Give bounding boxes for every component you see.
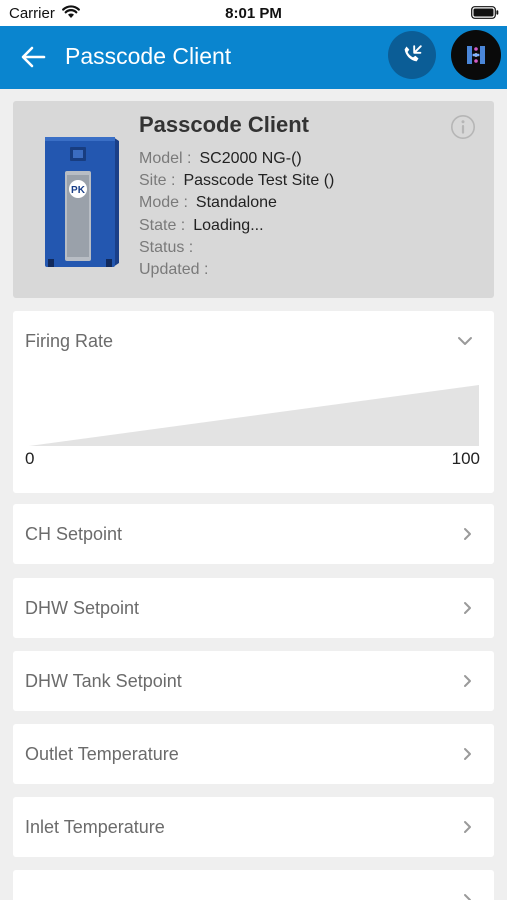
status-time: 8:01 PM xyxy=(225,5,282,22)
chevron-right-icon xyxy=(464,748,471,760)
info-row-updated: Updated : xyxy=(139,259,334,281)
app-logo-button[interactable] xyxy=(451,30,501,80)
scale-min-label: 0 xyxy=(25,449,35,468)
chevron-right-icon xyxy=(464,528,471,540)
device-name: Passcode Client xyxy=(139,112,309,137)
list-item-partial[interactable] xyxy=(13,870,494,900)
info-value: Passcode Test Site () xyxy=(183,172,335,190)
list-item-label: DHW Setpoint xyxy=(25,598,140,618)
page-title: Passcode Client xyxy=(65,43,232,69)
app-logo-icon xyxy=(467,46,485,64)
phone-call-icon xyxy=(404,45,422,62)
back-arrow-icon[interactable] xyxy=(18,44,48,70)
list-item-label: Outlet Temperature xyxy=(25,744,179,764)
app-bar: Passcode Client xyxy=(0,26,507,89)
info-label: Model : xyxy=(139,150,192,167)
info-row-mode: Mode : Standalone xyxy=(139,192,334,214)
chevron-down-icon[interactable] xyxy=(457,336,473,346)
info-row-status: Status : xyxy=(139,237,334,259)
info-label: Mode : xyxy=(139,194,188,212)
device-summary-card: PK Passcode Client Model : SC2000 NG-() S… xyxy=(13,101,494,298)
info-value: Loading... xyxy=(193,216,264,234)
list-item-label: CH Setpoint xyxy=(25,524,123,544)
list-item-dhw-tank-setpoint[interactable]: DHW Tank Setpoint xyxy=(13,651,494,711)
list-item-ch-setpoint[interactable]: CH Setpoint xyxy=(13,504,494,564)
svg-text:PK: PK xyxy=(71,185,86,196)
info-label: Site : xyxy=(139,172,176,190)
chevron-right-icon xyxy=(464,602,471,614)
info-row-site: Site : Passcode Test Site () xyxy=(139,170,334,192)
list-item-inlet-temperature[interactable]: Inlet Temperature xyxy=(13,797,494,857)
info-label: State : xyxy=(139,216,186,234)
firing-rate-card[interactable]: Firing Rate 0 100 xyxy=(13,311,494,493)
chevron-right-icon xyxy=(464,894,471,900)
info-label: Status : xyxy=(139,238,194,256)
info-value: SC2000 NG-() xyxy=(199,150,302,167)
chevron-right-icon xyxy=(464,821,471,833)
info-row-model: Model : SC2000 NG-() xyxy=(139,148,334,170)
status-bar: Carrier 8:01 PM xyxy=(0,0,507,26)
info-icon[interactable] xyxy=(450,114,476,140)
info-label: Updated : xyxy=(139,260,209,278)
info-value: Standalone xyxy=(195,194,277,212)
list-item-outlet-temperature[interactable]: Outlet Temperature xyxy=(13,724,494,784)
info-row-state: State : Loading... xyxy=(139,215,334,237)
boiler-device-image: PK xyxy=(45,137,119,267)
battery-icon xyxy=(471,6,499,19)
scale-max-label: 100 xyxy=(451,449,480,468)
firing-rate-title: Firing Rate xyxy=(25,331,114,351)
call-button[interactable] xyxy=(388,31,436,79)
list-item-dhw-setpoint[interactable]: DHW Setpoint xyxy=(13,578,494,638)
list-item-label: DHW Tank Setpoint xyxy=(25,671,182,691)
device-info-list: Model : SC2000 NG-() Site : Passcode Test … xyxy=(139,148,334,281)
chevron-right-icon xyxy=(464,675,471,687)
firing-rate-scale xyxy=(29,385,479,446)
list-item-label: Inlet Temperature xyxy=(25,817,165,837)
